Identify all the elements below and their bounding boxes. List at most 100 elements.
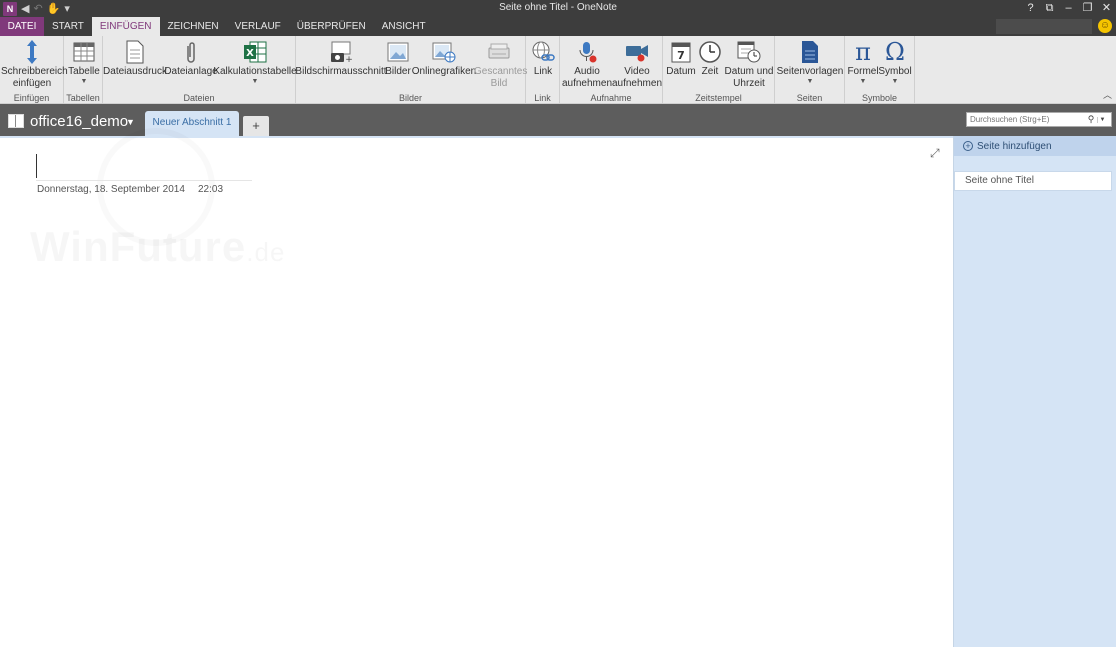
ribbon: Schreibbereich einfügen Einfügen Tabelle… (0, 36, 1116, 104)
file-printout-label: Dateiausdruck (103, 66, 167, 77)
symbol-button[interactable]: Ω Symbol ▼ (878, 38, 911, 86)
tab-einfuegen[interactable]: EINFÜGEN (91, 17, 160, 36)
group-label-bilder: Bilder (398, 93, 422, 103)
page-list-panel: + Seite hinzufügen Seite ohne Titel (953, 136, 1116, 647)
group-label-symbole: Symbole (861, 93, 897, 103)
group-zeitstempel: 7 Datum Zeit Datum und Uhrzeit Zeitstemp… (663, 36, 775, 104)
table-button[interactable]: Tabelle ▼ (67, 38, 101, 86)
clock-icon (696, 38, 724, 66)
page-templates-button[interactable]: Seitenvorlagen ▼ (776, 38, 844, 86)
page-templates-label: Seitenvorlagen (776, 66, 844, 77)
file-printout-button[interactable]: Dateiausdruck (103, 38, 167, 78)
record-audio-button[interactable]: Audio aufnehmen (562, 38, 612, 90)
help-icon[interactable]: ? (1021, 0, 1040, 17)
calendar-icon: 7 (667, 38, 695, 66)
time-label: Zeit (701, 66, 719, 77)
scanned-image-label: Gescanntes Bild (474, 66, 528, 89)
fullscreen-icon[interactable]: ⧉ (1040, 0, 1059, 17)
add-section-button[interactable]: + (243, 116, 269, 136)
link-label: Link (533, 66, 553, 77)
group-seiten: Seitenvorlagen ▼ Seiten (775, 36, 845, 104)
online-pictures-button[interactable]: Onlinegrafiken (411, 38, 477, 78)
record-video-label: Video aufnehmen (611, 66, 663, 89)
group-label-seiten: Seiten (796, 93, 823, 103)
date-label: Datum (666, 66, 696, 77)
group-symbole: π Formel ▼ Ω Symbol ▼ Symbole (845, 36, 915, 104)
globe-link-icon (529, 38, 557, 66)
group-label-dateien: Dateien (183, 93, 215, 103)
record-video-button[interactable]: Video aufnehmen (612, 38, 662, 90)
text-cursor (36, 154, 37, 178)
add-circle-icon: + (963, 141, 973, 151)
insert-space-label: Schreibbereich einfügen (1, 66, 68, 89)
excel-icon: X (241, 38, 269, 66)
chevron-down-icon: ▼ (80, 78, 88, 85)
add-page-button[interactable]: + Seite hinzufügen (954, 136, 1116, 156)
tab-ansicht[interactable]: ANSICHT (374, 17, 434, 36)
tab-start[interactable]: START (44, 17, 92, 36)
scanner-icon (485, 38, 513, 66)
insert-space-button[interactable]: Schreibbereich einfügen (1, 38, 68, 90)
title-bar: N ◀ ↶ ✋ ▾ Seite ohne Titel - OneNote ? ⧉… (0, 0, 1116, 17)
table-label: Tabelle (68, 66, 100, 77)
restore-icon[interactable]: ❐ (1078, 0, 1097, 17)
online-pictures-label: Onlinegrafiken (411, 66, 477, 77)
page-title-field[interactable] (36, 180, 252, 181)
paperclip-icon (177, 38, 205, 66)
spreadsheet-label: Kalkulationstabelle (213, 66, 297, 77)
group-aufnahme: Audio aufnehmen Video aufnehmen Aufnahme (560, 36, 663, 104)
group-label-zeitstempel: Zeitstempel (695, 93, 742, 103)
notebook-icon (8, 114, 24, 128)
page-time: 22:03 (198, 184, 224, 195)
group-label-tabellen: Tabellen (66, 93, 100, 103)
search-scope-dropdown-icon[interactable]: ▼ (1097, 116, 1107, 123)
date-and-time-button[interactable]: Datum und Uhrzeit (723, 38, 775, 90)
group-label-aufnahme: Aufnahme (590, 93, 632, 103)
link-button[interactable]: Link (529, 38, 557, 78)
tab-ueberpruefen[interactable]: ÜBERPRÜFEN (289, 17, 374, 36)
screen-clipping-button[interactable]: + Bildschirmausschnitt (295, 38, 387, 78)
account-area[interactable] (996, 19, 1092, 34)
equation-button[interactable]: π Formel ▼ (847, 38, 879, 86)
feedback-smiley-icon[interactable]: ☺ (1098, 19, 1112, 33)
page-template-icon (796, 38, 824, 66)
file-attachment-button[interactable]: Dateianlage (164, 38, 218, 78)
group-dateien: Dateiausdruck Dateianlage X Kalkulations… (103, 36, 297, 104)
tab-zeichnen[interactable]: ZEICHNEN (160, 17, 227, 36)
group-tabellen: Tabelle ▼ Tabellen (64, 36, 103, 104)
close-icon[interactable]: ✕ (1097, 0, 1116, 17)
tab-verlauf[interactable]: VERLAUF (227, 17, 289, 36)
minimize-icon[interactable]: – (1059, 0, 1078, 17)
expand-icon[interactable]: ⤢ (930, 146, 940, 161)
file-attachment-label: Dateianlage (164, 66, 218, 77)
search-icon[interactable]: ⚲ (1085, 114, 1097, 125)
insert-space-icon (18, 38, 46, 66)
table-icon (70, 38, 98, 66)
group-einfuegen: Schreibbereich einfügen Einfügen (0, 36, 68, 104)
video-camera-icon (623, 38, 651, 66)
search-box[interactable]: ⚲ ▼ (966, 112, 1112, 127)
group-link: Link Link (526, 36, 560, 104)
microphone-icon (573, 38, 601, 66)
omega-icon: Ω (885, 38, 905, 66)
watermark: WinFuture.de (30, 223, 285, 271)
spreadsheet-button[interactable]: X Kalkulationstabelle ▼ (213, 38, 297, 86)
collapse-ribbon-icon[interactable]: ︿ (1103, 88, 1112, 101)
date-button[interactable]: 7 Datum (665, 38, 697, 78)
scanned-image-button[interactable]: Gescanntes Bild (474, 38, 528, 90)
record-audio-label: Audio aufnehmen (561, 66, 613, 89)
date-and-time-label: Datum und Uhrzeit (724, 66, 774, 89)
page-date: Donnerstag, 18. September 2014 (37, 184, 185, 195)
notebook-dropdown-icon[interactable]: ▼ (126, 117, 135, 127)
tab-datei[interactable]: DATEI (0, 17, 44, 36)
page-list-item[interactable]: Seite ohne Titel (954, 171, 1112, 191)
notebook-name[interactable]: office16_demo (30, 113, 128, 130)
watermark-name: WinFuture (30, 223, 246, 270)
page-canvas[interactable]: WinFuture.de Donnerstag, 18. September 2… (0, 136, 953, 647)
time-button[interactable]: Zeit (697, 38, 723, 78)
search-input[interactable] (967, 115, 1085, 124)
pi-icon: π (855, 38, 871, 66)
svg-text:X: X (246, 48, 254, 59)
pictures-button[interactable]: Bilder (384, 38, 412, 78)
group-label-einfuegen: Einfügen (13, 93, 50, 103)
